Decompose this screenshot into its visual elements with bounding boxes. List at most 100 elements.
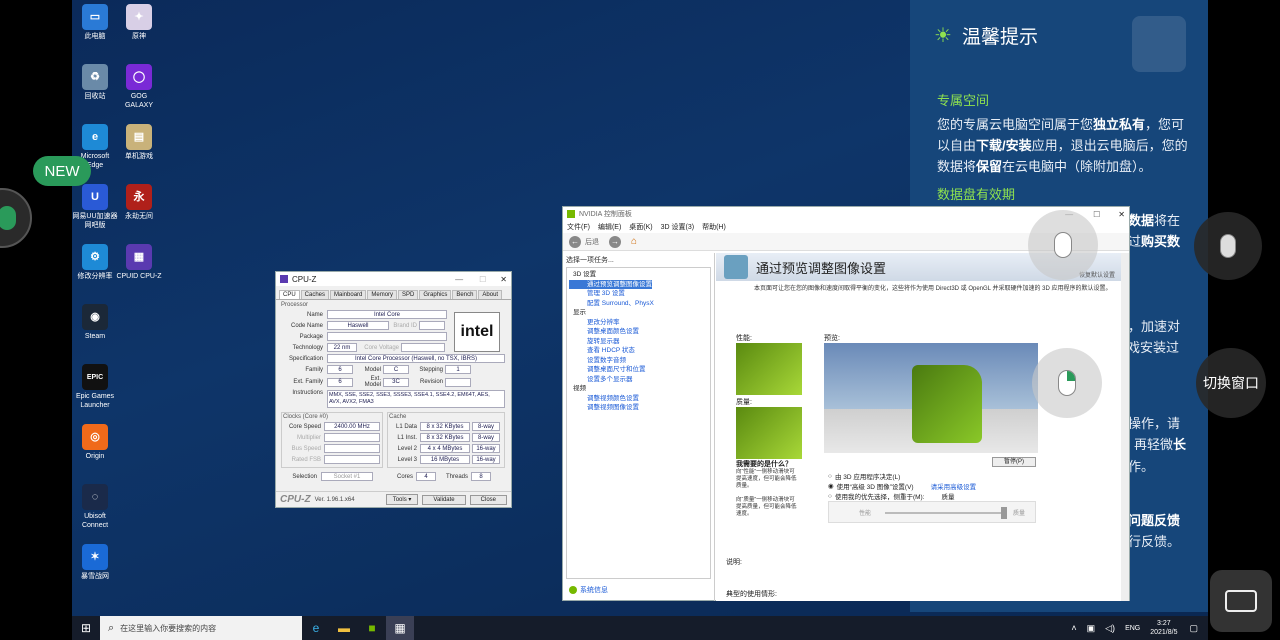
- selection-dropdown[interactable]: Socket #1: [321, 472, 373, 481]
- cpuz-window[interactable]: CPU-Z — ☐ ✕ CPU Caches Mainboard Memory SPD G…: [275, 271, 512, 508]
- search-box[interactable]: ⌕ 在这里输入你要搜索的内容: [100, 616, 302, 640]
- menu-item[interactable]: 文件(F): [567, 222, 590, 232]
- tree-item[interactable]: 通过预览调整图像设置: [569, 279, 652, 289]
- desktop-icon[interactable]: 永永劫无间: [116, 184, 162, 221]
- system-info-label[interactable]: 系统信息: [580, 585, 608, 595]
- text: 您的专属云电脑空间属于您: [937, 117, 1094, 132]
- slider-thumb[interactable]: [1001, 507, 1007, 519]
- tools-button[interactable]: Tools ▾: [385, 494, 419, 505]
- tree-item[interactable]: 配置 Surround、PhysX: [569, 299, 708, 309]
- menu-item[interactable]: 帮助(H): [702, 222, 726, 232]
- cpuz-taskbar-icon[interactable]: ▦: [386, 616, 414, 640]
- desktop-icon[interactable]: EPIC Epic Games Launcher: [72, 364, 118, 410]
- tree-item[interactable]: 设置数字音频: [569, 356, 708, 366]
- tree-item[interactable]: 3D 设置: [569, 270, 708, 280]
- fragment: 再轻微长: [1134, 434, 1208, 455]
- tree-item[interactable]: 调整桌面尺寸和位置: [569, 365, 708, 375]
- keyboard-button[interactable]: [1210, 570, 1272, 632]
- minimize-icon[interactable]: —: [455, 275, 463, 284]
- desktop-icon[interactable]: ◎ Origin: [72, 424, 118, 461]
- desktop-icon[interactable]: ◉ Steam: [72, 304, 118, 341]
- cpuz-tab[interactable]: Caches: [300, 290, 330, 299]
- desktop-icon[interactable]: ◯ GOG GALAXY: [116, 64, 162, 110]
- windows-start-icon[interactable]: ⊞: [72, 621, 100, 635]
- edge-taskbar-icon[interactable]: e: [302, 621, 330, 635]
- maximize-icon[interactable]: ☐: [1093, 210, 1100, 219]
- tree-item[interactable]: 旋转显示器: [569, 337, 708, 347]
- radio-advanced[interactable]: ◉ 使用“高级 3D 图像”设置(V) 请采用高级设置: [828, 481, 976, 491]
- cache-group: Cache L1 Data 8 x 32 KBytes 8-way L1 Inst.…: [387, 412, 505, 468]
- desktop-icon[interactable]: ▤ 单机游戏: [116, 124, 162, 161]
- language-indicator[interactable]: ENG: [1125, 625, 1140, 632]
- slider-track[interactable]: [885, 512, 1005, 514]
- maximize-icon[interactable]: ☐: [479, 275, 486, 284]
- volume-icon[interactable]: ◁): [1105, 623, 1115, 634]
- l2-way: 16-way: [472, 444, 500, 453]
- l1i-way: 8-way: [472, 433, 500, 442]
- cpuz-titlebar[interactable]: CPU-Z — ☐ ✕: [276, 272, 511, 286]
- radio-app-controlled[interactable]: ○ 由 3D 应用程序决定(L): [828, 471, 900, 482]
- validate-button[interactable]: Validate: [422, 494, 466, 505]
- clock[interactable]: 3:27 2021/8/5: [1150, 619, 1177, 637]
- radio-selected-icon[interactable]: ◉: [828, 482, 834, 490]
- cpuz-title: CPU-Z: [292, 274, 317, 284]
- stepping-label: Stepping: [419, 366, 443, 373]
- new-badge[interactable]: NEW: [33, 156, 91, 186]
- cpuz-tab[interactable]: Memory: [367, 290, 398, 299]
- back-arrow-icon[interactable]: ←: [569, 235, 581, 248]
- desktop-icon[interactable]: ▭ 此电脑: [72, 4, 118, 41]
- mouse-button-right[interactable]: [1194, 212, 1262, 280]
- tree-item[interactable]: 显示: [569, 308, 708, 318]
- back-label[interactable]: 后退: [585, 237, 599, 247]
- tree-item[interactable]: 视频: [569, 384, 708, 394]
- tree-item[interactable]: 调整视频图像设置: [569, 403, 708, 413]
- close-button[interactable]: Close: [469, 494, 507, 505]
- app-icon: ◌: [82, 484, 108, 510]
- pause-button[interactable]: 暂停(P): [992, 457, 1036, 467]
- cpuz-tab[interactable]: CPU: [279, 290, 300, 299]
- scrollbar[interactable]: [1121, 253, 1129, 601]
- home-icon[interactable]: ⌂: [631, 236, 637, 247]
- cpuz-tab[interactable]: SPD: [398, 290, 419, 299]
- tree-item[interactable]: 查看 HDCP 状态: [569, 346, 708, 356]
- radio-icon[interactable]: ○: [828, 473, 832, 480]
- explorer-taskbar-icon[interactable]: ▬: [330, 621, 358, 635]
- menu-item[interactable]: 桌面(K): [629, 222, 652, 232]
- desktop-icon[interactable]: ▦ CPUID CPU-Z: [116, 244, 162, 281]
- close-icon[interactable]: ✕: [500, 275, 507, 284]
- cpuz-tab[interactable]: Mainboard: [330, 290, 367, 299]
- tree-item[interactable]: 调整桌面颜色设置: [569, 327, 708, 337]
- radio-icon[interactable]: ○: [828, 493, 832, 500]
- advanced-settings-link[interactable]: 请采用高级设置: [931, 481, 977, 491]
- cpuz-tab[interactable]: About: [478, 290, 503, 299]
- menu-item[interactable]: 3D 设置(3): [661, 222, 694, 232]
- system-info-link[interactable]: 系统信息: [569, 585, 608, 595]
- extmodel-label: Ext. Model: [364, 376, 381, 388]
- chevron-up-icon[interactable]: ˄: [1071, 623, 1076, 633]
- menu-item[interactable]: 编辑(E): [598, 222, 621, 232]
- tree-item[interactable]: 管理 3D 设置: [569, 289, 708, 299]
- tree-item[interactable]: 更改分辨率: [569, 318, 708, 328]
- desktop-icon[interactable]: ◌ Ubisoft Connect: [72, 484, 118, 530]
- quality-slider[interactable]: 性能 质量: [828, 501, 1036, 523]
- desktop-icon[interactable]: ✦ 原神: [116, 4, 162, 41]
- cpuz-tab[interactable]: Bench: [452, 290, 478, 299]
- radio-preference[interactable]: ○ 使用我的优先选择，侧重于(M): 质量: [828, 491, 955, 502]
- forward-arrow-icon[interactable]: →: [609, 235, 621, 248]
- mouse-button-2[interactable]: [1032, 348, 1102, 418]
- tree-item[interactable]: 调整视频颜色设置: [569, 394, 708, 404]
- clocks-group: Clocks (Core #0) Core Speed 2400.00 MHz M…: [281, 412, 383, 468]
- notification-icon[interactable]: ▢: [1189, 623, 1198, 634]
- switch-window-button[interactable]: 切换窗口: [1196, 348, 1266, 418]
- desktop-icon[interactable]: U 网易UU加速器网吧版: [72, 184, 118, 230]
- close-icon[interactable]: ✕: [1118, 210, 1125, 219]
- text: 将在: [1154, 213, 1181, 228]
- cpuz-tab[interactable]: Graphics: [419, 290, 452, 299]
- nvidia-taskbar-icon[interactable]: ■: [358, 621, 386, 635]
- desktop-icon[interactable]: ⚙ 修改分辨率: [72, 244, 118, 281]
- desktop-icon[interactable]: ✶ 暴雪战网: [72, 544, 118, 581]
- tree-item[interactable]: 设置多个显示器: [569, 375, 708, 385]
- desktop-icon[interactable]: ♻ 回收站: [72, 64, 118, 101]
- network-icon[interactable]: ▣: [1087, 623, 1096, 634]
- mouse-button-1[interactable]: [1028, 210, 1098, 280]
